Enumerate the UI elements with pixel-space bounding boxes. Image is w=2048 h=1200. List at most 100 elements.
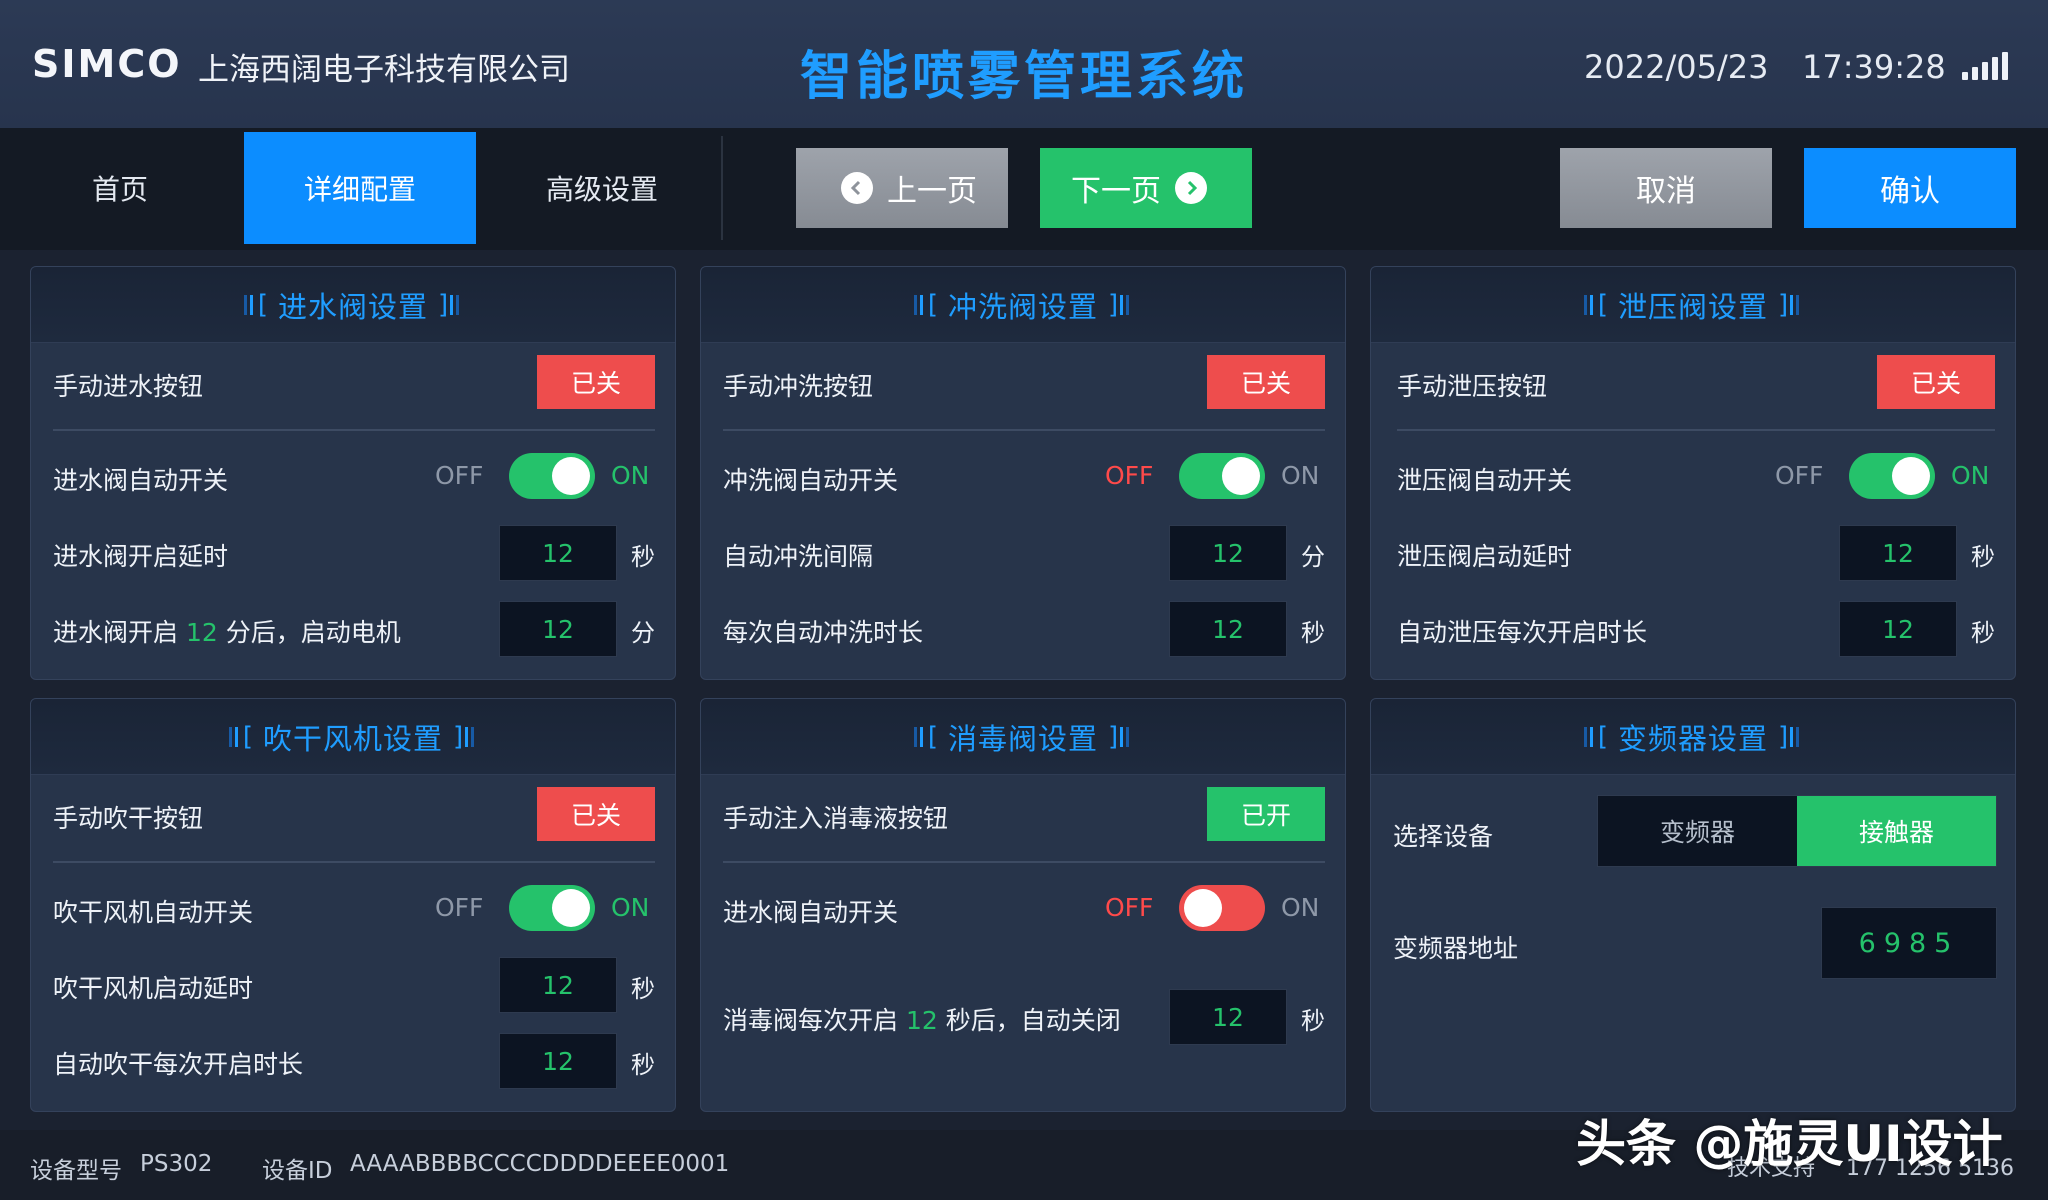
bracket-right-icon: ] [1776, 722, 1802, 752]
manual-dryer-button[interactable]: 已关 [537, 787, 655, 841]
manual-relief-label: 手动泄压按钮 [1397, 372, 1548, 401]
bracket-right-icon: ] [1776, 290, 1802, 320]
prev-page-button[interactable]: 上一页 [796, 148, 1008, 228]
divider [723, 429, 1325, 431]
inlet-auto-toggle[interactable] [509, 453, 595, 499]
chevron-right-icon [1175, 172, 1207, 204]
flush-interval-input[interactable]: 12 [1169, 525, 1287, 581]
switch-on-text: ON [1281, 461, 1320, 490]
switch-off-text: OFF [435, 461, 484, 490]
chevron-left-icon [841, 172, 873, 204]
panel-header: [ 冲洗阀设置 ] [701, 267, 1345, 343]
divider [723, 861, 1325, 863]
time-display: 17:39:28 [1802, 48, 1946, 86]
bracket-left-icon: [ [1583, 722, 1610, 752]
nav-bar: 首页 详细配置 高级设置 上一页 下一页 取消 确认 [0, 128, 2048, 250]
option-inverter[interactable]: 变频器 [1598, 796, 1797, 866]
inlet-delay-input[interactable]: 12 [499, 525, 617, 581]
switch-off-text: OFF [1105, 893, 1154, 922]
unit-label: 秒 [1301, 1007, 1325, 1035]
dryer-duration-label: 自动吹干每次开启时长 [53, 1050, 304, 1079]
divider [53, 861, 655, 863]
bracket-left-icon: [ [1583, 290, 1610, 320]
manual-disinfect-label: 手动注入消毒液按钮 [723, 804, 949, 833]
bracket-right-icon: ] [436, 290, 462, 320]
inlet-delay-label: 进水阀开启延时 [53, 542, 229, 571]
confirm-button[interactable]: 确认 [1804, 148, 2016, 228]
signal-strength-icon [1962, 52, 2008, 80]
dryer-duration-input[interactable]: 12 [499, 1033, 617, 1089]
inverter-address-input[interactable]: 6985 [1821, 907, 1997, 979]
motor-start-label: 进水阀开启 12 分后，启动电机 [53, 618, 401, 647]
dryer-auto-switch-label: 吹干风机自动开关 [53, 898, 254, 927]
unit-label: 秒 [631, 543, 655, 571]
manual-flush-label: 手动冲洗按钮 [723, 372, 874, 401]
switch-on-text: ON [1281, 893, 1320, 922]
disinfect-auto-toggle[interactable] [1179, 885, 1265, 931]
manual-dryer-label: 手动吹干按钮 [53, 804, 204, 833]
disinfect-valve-panel: [ 消毒阀设置 ] 手动注入消毒液按钮 已开 进水阀自动开关 OFF ON 消毒… [700, 698, 1346, 1112]
switch-off-text: OFF [1105, 461, 1154, 490]
device-model-label: 设备型号 [30, 1158, 122, 1184]
unit-label: 秒 [1971, 543, 1995, 571]
disinfect-seconds-value: 12 [905, 1006, 938, 1035]
panel-header: [ 消毒阀设置 ] [701, 699, 1345, 775]
manual-disinfect-button[interactable]: 已开 [1207, 787, 1325, 841]
manual-flush-button[interactable]: 已关 [1207, 355, 1325, 409]
bracket-left-icon: [ [228, 722, 255, 752]
relief-delay-label: 泄压阀启动延时 [1397, 542, 1573, 571]
manual-inlet-button[interactable]: 已关 [537, 355, 655, 409]
device-id-label: 设备ID [262, 1158, 333, 1184]
inlet-valve-panel: [ 进水阀设置 ] 手动进水按钮 已关 进水阀自动开关 OFF ON 进水阀开启… [30, 266, 676, 680]
divider [1397, 429, 1995, 431]
unit-label: 分 [1301, 543, 1325, 571]
relief-delay-input[interactable]: 12 [1839, 525, 1957, 581]
prev-page-label: 上一页 [887, 174, 977, 209]
flush-valve-panel: [ 冲洗阀设置 ] 手动冲洗按钮 已关 冲洗阀自动开关 OFF ON 自动冲洗间… [700, 266, 1346, 680]
tab-detail-config[interactable]: 详细配置 [244, 132, 476, 244]
device-segmented-control: 变频器 接触器 [1597, 795, 1997, 867]
panel-title: 泄压阀设置 [1617, 289, 1768, 324]
relief-valve-panel: [ 泄压阀设置 ] 手动泄压按钮 已关 泄压阀自动开关 OFF ON 泄压阀启动… [1370, 266, 2016, 680]
panel-header: [ 泄压阀设置 ] [1371, 267, 2015, 343]
select-device-label: 选择设备 [1393, 822, 1494, 851]
dryer-delay-input[interactable]: 12 [499, 957, 617, 1013]
bracket-left-icon: [ [913, 722, 940, 752]
switch-on-text: ON [1951, 461, 1990, 490]
next-page-button[interactable]: 下一页 [1040, 148, 1252, 228]
switch-off-text: OFF [435, 893, 484, 922]
flush-auto-toggle[interactable] [1179, 453, 1265, 499]
dryer-fan-panel: [ 吹干风机设置 ] 手动吹干按钮 已关 吹干风机自动开关 OFF ON 吹干风… [30, 698, 676, 1112]
motor-start-input[interactable]: 12 [499, 601, 617, 657]
bracket-right-icon: ] [1106, 722, 1132, 752]
dryer-auto-toggle[interactable] [509, 885, 595, 931]
dryer-delay-label: 吹干风机启动延时 [53, 974, 254, 1003]
unit-label: 秒 [1301, 619, 1325, 647]
option-contactor[interactable]: 接触器 [1797, 796, 1996, 866]
watermark: 头条 @施灵UI设计 [1576, 1115, 2003, 1173]
bracket-left-icon: [ [243, 290, 270, 320]
device-id-value: AAAABBBBCCCCDDDDEEEE0001 [350, 1151, 730, 1177]
tab-home[interactable]: 首页 [4, 132, 236, 244]
brand-logo: SIMCO [32, 42, 182, 86]
cancel-button[interactable]: 取消 [1560, 148, 1772, 228]
flush-duration-input[interactable]: 12 [1169, 601, 1287, 657]
panel-title: 消毒阀设置 [947, 721, 1098, 756]
disinfect-close-input[interactable]: 12 [1169, 989, 1287, 1045]
bracket-right-icon: ] [1106, 290, 1132, 320]
panel-title: 吹干风机设置 [262, 721, 443, 756]
switch-on-text: ON [611, 461, 650, 490]
header-bar: SIMCO 上海西阔电子科技有限公司 智能喷雾管理系统 2022/05/23 1… [0, 0, 2048, 128]
relief-duration-label: 自动泄压每次开启时长 [1397, 618, 1648, 647]
relief-duration-input[interactable]: 12 [1839, 601, 1957, 657]
manual-relief-button[interactable]: 已关 [1877, 355, 1995, 409]
unit-label: 秒 [1971, 619, 1995, 647]
relief-auto-toggle[interactable] [1849, 453, 1935, 499]
unit-label: 秒 [631, 1051, 655, 1079]
date-display: 2022/05/23 [1584, 48, 1769, 86]
divider [53, 429, 655, 431]
unit-label: 秒 [631, 975, 655, 1003]
company-name: 上海西阔电子科技有限公司 [198, 52, 570, 88]
tab-advanced-settings[interactable]: 高级设置 [486, 132, 718, 244]
switch-off-text: OFF [1775, 461, 1824, 490]
